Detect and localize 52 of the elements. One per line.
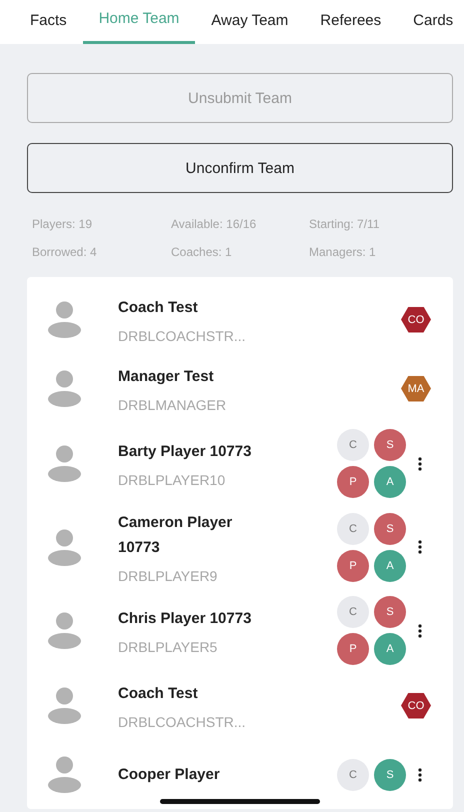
member-name: Chris Player 10773 [118, 609, 252, 629]
status-badge: P [337, 466, 369, 498]
avatar-icon [48, 687, 81, 724]
status-badge: S [374, 512, 406, 544]
avatar-icon [48, 528, 81, 566]
status-badge: S [374, 758, 406, 790]
avatar-icon [48, 612, 81, 649]
member-name: Cooper Player [118, 765, 221, 785]
member-code: DRBLPLAYER9 [118, 568, 218, 584]
avatar-icon [48, 370, 81, 407]
avatar-icon [48, 756, 81, 793]
more-icon[interactable] [418, 456, 422, 470]
status-badge: C [337, 596, 369, 628]
member-name: Barty Player 10773 [118, 442, 252, 462]
member-code: DRBLCOACHSTR... [118, 328, 247, 344]
status-badge: P [337, 550, 369, 582]
member-name: Coach Test [118, 684, 199, 704]
status-badge: A [374, 466, 406, 498]
stat-text: Borrowed: 4 [32, 245, 98, 259]
tab[interactable]: Away Team [195, 0, 304, 44]
stat-text: Players: 19 [32, 217, 94, 231]
role-badge: CO [401, 692, 431, 718]
more-icon[interactable] [418, 624, 422, 638]
status-badge: P [337, 633, 369, 665]
role-badge: MA [401, 376, 431, 402]
role-badge: CO [401, 306, 431, 332]
tab[interactable]: Cards [397, 0, 464, 44]
status-badge: S [374, 596, 406, 628]
tab[interactable]: Referees [304, 0, 398, 44]
member-name: Cameron Player 10773 [118, 513, 234, 558]
stat-text: Managers: 1 [309, 245, 377, 259]
avatar-icon [48, 445, 81, 482]
status-badge: C [337, 758, 369, 790]
tab[interactable]: Facts [14, 0, 83, 44]
member-code: DRBLCOACHSTR... [118, 714, 247, 730]
status-badge: S [374, 429, 406, 461]
member-code: DRBLMANAGER [118, 397, 228, 413]
status-badge: C [337, 429, 369, 461]
member-code: DRBLPLAYER5 [118, 639, 218, 655]
stat-text: Available: 16/16 [171, 217, 258, 231]
stat-text: Coaches: 1 [171, 245, 233, 259]
avatar-icon [48, 301, 81, 338]
status-badge: A [374, 550, 406, 582]
member-name: Coach Test [118, 298, 199, 318]
status-badge: C [337, 512, 369, 544]
status-badge: A [374, 633, 406, 665]
member-name: Manager Test [118, 367, 215, 387]
stat-text: Starting: 7/11 [309, 217, 380, 231]
team-button[interactable]: Unconfirm Team [27, 143, 453, 193]
more-icon[interactable] [418, 540, 422, 554]
more-icon[interactable] [418, 768, 422, 782]
member-code: DRBLPLAYER10 [118, 472, 226, 488]
